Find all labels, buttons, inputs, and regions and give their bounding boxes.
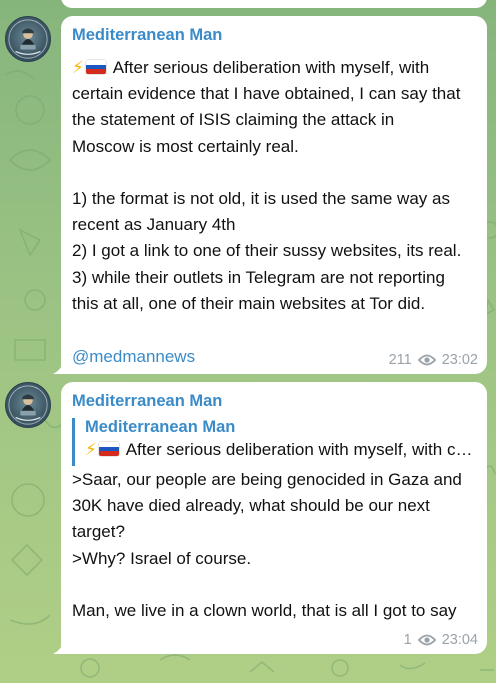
message-line: 1) the format is not old, it is used the…	[72, 189, 450, 209]
previous-message-bubble[interactable]	[61, 0, 487, 8]
message-line: 2) I got a link to one of their sussy we…	[72, 241, 462, 261]
message-line: certain evidence that I have obtained, I…	[72, 84, 461, 104]
message-line: >Saar, our people are being genocided in…	[72, 470, 462, 489]
message-line: >Why? Israel of course.	[72, 548, 252, 568]
reply-preview: ⚡ After serious deliberation with myself…	[85, 440, 475, 460]
eye-icon	[417, 354, 436, 366]
message-meta: 211 23:02	[389, 352, 478, 368]
message-line: 30K have died already, what should be ou…	[72, 496, 430, 516]
mediterranean-man-avatar-icon	[8, 385, 48, 425]
message-time: 23:02	[441, 352, 478, 368]
message-line: recent as January 4th	[72, 215, 236, 235]
message-text: ⚡ After serious deliberation with myself…	[72, 55, 480, 317]
reply-sender: Mediterranean Man	[85, 418, 236, 436]
message-time: 23:04	[441, 632, 478, 648]
sender-name[interactable]: Mediterranean Man	[72, 26, 222, 45]
message-bubble[interactable]: Mediterranean Man Mediterranean Man ⚡ Af…	[61, 382, 487, 654]
russian-flag-icon	[85, 60, 106, 74]
lightning-icon: ⚡	[72, 58, 84, 77]
message-line: 3) while their outlets in Telegram are n…	[72, 267, 445, 287]
view-count: 1	[403, 632, 412, 648]
lightning-icon: ⚡	[85, 440, 97, 459]
message-line: Man, we live in a clown world, that is a…	[72, 601, 457, 621]
sender-name[interactable]: Mediterranean Man	[72, 392, 222, 411]
message-bubble[interactable]: Mediterranean Man ⚡ After serious delibe…	[61, 16, 487, 374]
view-count: 211	[388, 352, 412, 368]
mediterranean-man-avatar-icon	[8, 19, 48, 59]
reply-text: After serious deliberation with myself, …	[125, 440, 475, 459]
message-text: >Saar, our people are being genocided in…	[72, 467, 480, 624]
message-line: Moscow is most certainly real.	[72, 136, 299, 156]
sender-avatar[interactable]	[5, 382, 51, 428]
message-line: the statement of ISIS claiming the attac…	[72, 110, 395, 130]
message-meta: 1 23:04	[404, 632, 478, 648]
channel-link[interactable]: @medmannews	[72, 347, 195, 367]
russian-flag-icon	[98, 442, 119, 456]
message-line: target?	[72, 522, 125, 542]
sender-avatar[interactable]	[5, 16, 51, 62]
message-line: After serious deliberation with myself, …	[108, 58, 430, 77]
eye-icon	[417, 634, 436, 646]
reply-quote[interactable]: Mediterranean Man ⚡ After serious delibe…	[72, 418, 478, 466]
message-line: this at all, one of their main websites …	[72, 293, 426, 313]
